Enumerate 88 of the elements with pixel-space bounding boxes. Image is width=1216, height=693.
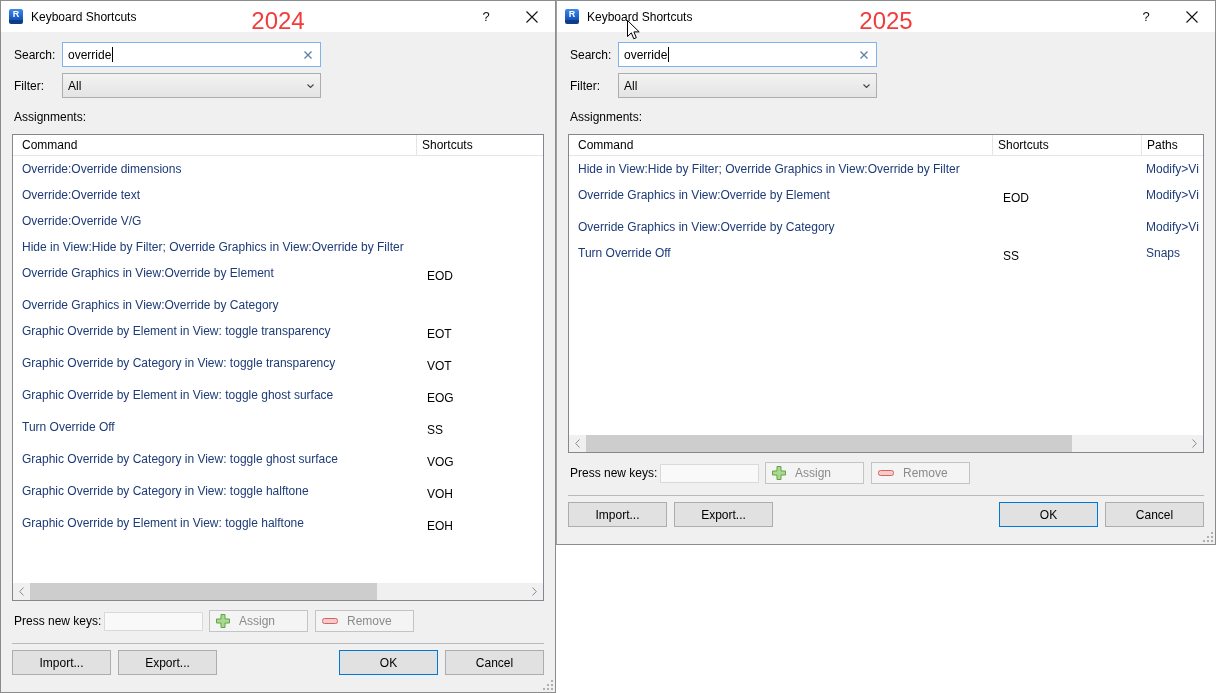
table-cell-text: EOD [426, 268, 454, 285]
filter-dropdown[interactable]: All [62, 73, 321, 98]
scroll-left-icon[interactable] [575, 439, 580, 448]
table-cell-text: Override:Override text [21, 187, 142, 204]
table-cell-text: EOT [426, 326, 453, 343]
column-header[interactable]: Shortcuts [416, 135, 543, 155]
section-label: Assignments: [569, 110, 643, 124]
table-cell-text: VOH [426, 486, 454, 503]
table-cell-text: Override Graphics in View:Override by Element [21, 265, 275, 282]
clear-icon[interactable] [860, 50, 868, 59]
search-field[interactable]: override [62, 42, 321, 67]
window-title: Keyboard Shortcuts [31, 9, 137, 24]
app-logo: R [565, 9, 579, 24]
resize-grip-icon[interactable] [1203, 532, 1213, 542]
table-cell-text: Hide in View:Hide by Filter; Override Graphics in View:Override by Filter [21, 239, 405, 256]
table-cell-text: Turn Override Off [21, 419, 116, 436]
dialog-button[interactable]: Cancel [1105, 502, 1204, 527]
table-cell-text: Graphic Override by Category in View: toggle ghost surface [21, 451, 339, 468]
table-cell-text: Hide in View:Hide by Filter; Override Graphics in View:Override by Filter [577, 161, 961, 178]
filter-label: Filter: [13, 78, 45, 93]
plus-icon [216, 614, 230, 628]
dialog-button[interactable]: Export... [674, 502, 773, 527]
table-cell-text: SS [1002, 248, 1020, 265]
table-cell-text: EOD [1002, 190, 1030, 207]
keys-label: Press new keys: [569, 466, 659, 480]
key-input-field[interactable] [104, 611, 203, 631]
table-cell-text: Graphic Override by Element in View: toggle halftone [21, 515, 305, 532]
key-input-field[interactable] [660, 463, 759, 483]
search-label: Search: [13, 47, 57, 62]
year-label: 2024 [251, 9, 305, 33]
dialog-button[interactable]: Export... [118, 650, 217, 675]
column-header[interactable]: Command [569, 135, 992, 155]
dialog-button[interactable]: OK [999, 502, 1098, 527]
window-title: Keyboard Shortcuts [587, 9, 693, 24]
column-header[interactable]: Paths [1141, 135, 1203, 155]
scrollbar-thumb[interactable] [30, 583, 378, 600]
table-cell-text: EOH [426, 518, 454, 535]
horizontal-scrollbar[interactable] [569, 435, 1203, 452]
filter-label: Filter: [569, 78, 601, 93]
table-cell-text: Snaps [1145, 245, 1182, 262]
table-cell-text: Turn Override Off [577, 245, 672, 262]
dialog-button[interactable]: Import... [568, 502, 667, 527]
table-cell-text: Override Graphics in View:Override by Category [577, 219, 836, 236]
scroll-right-icon[interactable] [532, 587, 537, 596]
table-cell-text: Graphic Override by Category in View: toggle transparency [21, 355, 337, 372]
chevron-down-icon [307, 83, 314, 88]
close-icon [526, 10, 538, 23]
minus-icon [878, 470, 894, 476]
year-label: 2025 [859, 9, 913, 33]
table-cell-text: Modify>Vi [1145, 219, 1200, 236]
clear-icon[interactable] [304, 50, 312, 59]
table-cell-text: Override Graphics in View:Override by Category [21, 297, 280, 314]
horizontal-scrollbar[interactable] [13, 583, 543, 600]
scroll-left-icon[interactable] [19, 587, 24, 596]
dialog-button[interactable]: Import... [12, 650, 111, 675]
table-cell-text: Modify>Vi [1145, 161, 1200, 178]
dialog-button[interactable]: Cancel [445, 650, 544, 675]
close-icon [1186, 10, 1198, 23]
table-cell-text: VOT [426, 358, 453, 375]
filter-dropdown[interactable]: All [618, 73, 877, 98]
text-caret-icon [112, 47, 114, 62]
search-field[interactable]: override [618, 42, 877, 67]
table-cell-text: Modify>Vi [1145, 187, 1200, 204]
app-logo: R [9, 9, 23, 24]
resize-grip-icon[interactable] [543, 680, 553, 690]
help-button[interactable]: ? [1123, 1, 1169, 32]
help-button[interactable]: ? [463, 1, 509, 32]
search-label: Search: [569, 47, 613, 62]
table-cell-text: VOG [426, 454, 455, 471]
keys-label: Press new keys: [13, 614, 103, 628]
scroll-right-icon[interactable] [1192, 439, 1197, 448]
table-cell-text: Override:Override V/G [21, 213, 143, 230]
minus-icon [322, 618, 338, 624]
column-header[interactable]: Command [13, 135, 416, 155]
section-label: Assignments: [13, 110, 87, 124]
text-caret-icon [668, 47, 670, 62]
table-cell-text: Graphic Override by Category in View: toggle halftone [21, 483, 310, 500]
plus-icon [772, 466, 786, 480]
table-cell-text: EOG [426, 390, 455, 407]
table-cell-text: Override:Override dimensions [21, 161, 183, 178]
table-cell-text: Graphic Override by Element in View: toggle ghost surface [21, 387, 335, 404]
scrollbar-thumb[interactable] [586, 435, 1072, 452]
table-cell-text: Graphic Override by Element in View: toggle transparency [21, 323, 332, 340]
chevron-down-icon [863, 83, 870, 88]
column-header[interactable]: Shortcuts [992, 135, 1141, 155]
table-cell-text: SS [426, 422, 444, 439]
dialog-button[interactable]: OK [339, 650, 438, 675]
table-cell-text: Override Graphics in View:Override by Element [577, 187, 831, 204]
